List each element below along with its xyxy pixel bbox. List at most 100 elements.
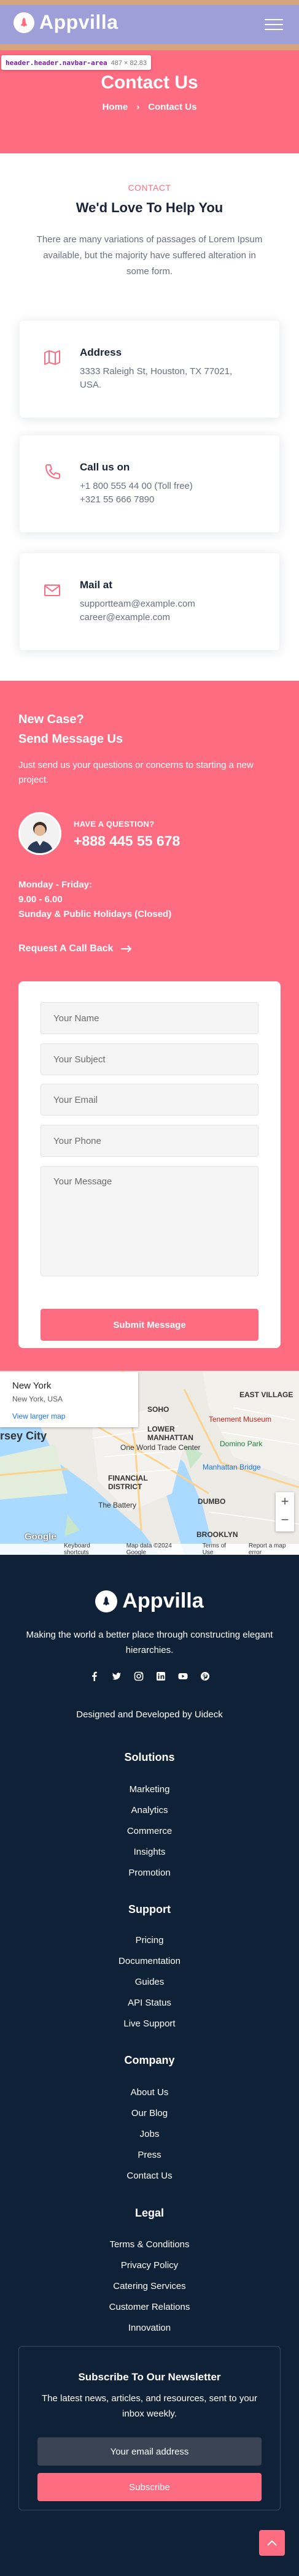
breadcrumb-current: Contact Us <box>148 102 197 112</box>
newsletter-email-input[interactable] <box>37 2437 262 2466</box>
form-description: Just send us your questions or concerns … <box>18 760 254 785</box>
hours-time: 9.00 - 6.00 <box>18 894 63 905</box>
footer-brand[interactable]: Appvilla <box>0 1589 299 1613</box>
section-description: There are many variations of passages of… <box>36 234 263 277</box>
card-line: 3333 Raleigh St, Houston, TX 77021, <box>80 366 233 377</box>
footer-tagline: Making the world a better place through … <box>26 1630 273 1655</box>
hours-closed: Sunday & Public Holidays (Closed) <box>18 909 172 919</box>
map-label: One World Trade Center <box>120 1443 201 1452</box>
brand-name: Appvilla <box>39 11 118 33</box>
footer-link[interactable]: Documentation <box>0 1956 299 1966</box>
navbar-margin-overlay <box>0 0 299 5</box>
footer-link[interactable]: Jobs <box>0 2129 299 2139</box>
pinterest-icon[interactable] <box>200 1671 210 1681</box>
footer-link[interactable]: Our Blog <box>0 2108 299 2118</box>
map-embed[interactable]: New York New York, USA View larger map S… <box>0 1371 299 1555</box>
footer-link[interactable]: Customer Relations <box>0 2302 299 2312</box>
google-logo: Google <box>25 1531 56 1542</box>
name-input[interactable] <box>41 1002 258 1034</box>
zoom-in-icon[interactable]: + <box>276 1492 294 1511</box>
footer-link[interactable]: Live Support <box>0 2018 299 2029</box>
contact-page: Appvilla header.header.navbar-area 487 × … <box>0 0 299 2576</box>
map-label: Domino Park <box>220 1439 263 1448</box>
footer-heading: Company <box>124 2054 175 2066</box>
breadcrumb: Home › Contact Us <box>0 102 299 112</box>
terms-link[interactable]: Terms of Use <box>203 1543 238 1555</box>
map-label: FINANCIAL DISTRICT <box>108 1474 148 1491</box>
map-place-sub: New York, USA <box>12 1395 63 1403</box>
contact-form-section: New Case? Send Message Us Just send us y… <box>0 681 299 1371</box>
social-links <box>0 1671 299 1681</box>
map-label: Tenement Museum <box>209 1415 272 1424</box>
facebook-icon[interactable] <box>90 1671 99 1681</box>
site-footer: Appvilla Making the world a better place… <box>0 1555 299 2576</box>
map-label: BROOKLYN <box>196 1530 238 1539</box>
menu-toggle-button[interactable] <box>265 19 283 30</box>
map-place-card: New York New York, USA View larger map <box>0 1372 138 1427</box>
contact-form: Submit Message <box>18 981 281 1348</box>
card-line: +321 55 666 7890 <box>80 494 155 505</box>
card-line: +1 800 555 44 00 (Toll free) <box>80 481 193 491</box>
zoom-out-icon[interactable]: − <box>276 1511 294 1529</box>
chevron-right-icon: › <box>136 102 140 112</box>
map-data-text: Map data ©2024 Google <box>126 1543 172 1555</box>
navbar: Appvilla <box>0 0 299 50</box>
footer-link[interactable]: Commerce <box>0 1826 299 1836</box>
footer-heading: Support <box>128 1903 171 1915</box>
phone-icon <box>45 464 60 479</box>
avatar <box>18 812 61 855</box>
footer-link[interactable]: Pricing <box>0 1935 299 1945</box>
submit-message-button[interactable]: Submit Message <box>41 1309 258 1341</box>
map-place-name: New York <box>12 1381 52 1391</box>
footer-link[interactable]: Marketing <box>0 1784 299 1795</box>
instagram-icon[interactable] <box>134 1671 144 1681</box>
subscribe-button[interactable]: Subscribe <box>37 2473 262 2501</box>
scroll-to-top-button[interactable] <box>259 2530 285 2556</box>
callback-label: Request A Call Back <box>18 943 114 954</box>
brand-icon <box>14 12 34 33</box>
map-label: Manhattan Bridge <box>203 1463 261 1471</box>
request-callback-link[interactable]: Request A Call Back <box>18 943 133 954</box>
card-title: Call us on <box>80 461 130 473</box>
breadcrumb-home[interactable]: Home <box>103 102 128 112</box>
section-title: We'd Love To Help You <box>76 200 223 215</box>
footer-link[interactable]: Insights <box>0 1847 299 1857</box>
footer-link[interactable]: About Us <box>0 2087 299 2098</box>
footer-link[interactable]: Guides <box>0 1977 299 1987</box>
contact-card-mail: Mail at supportteam@example.com career@e… <box>20 553 279 650</box>
phone-input[interactable] <box>41 1125 258 1157</box>
brand-logo-link[interactable]: Appvilla <box>14 11 118 34</box>
footer-link[interactable]: Press <box>0 2150 299 2160</box>
twitter-icon[interactable] <box>112 1671 122 1681</box>
view-larger-map-link[interactable]: View larger map <box>12 1412 126 1420</box>
form-kicker: New Case? <box>18 713 84 726</box>
form-title: Send Message Us <box>18 732 123 746</box>
contact-card-phone: Call us on +1 800 555 44 00 (Toll free) … <box>20 435 279 532</box>
email-input[interactable] <box>41 1084 258 1116</box>
footer-link[interactable]: Analytics <box>0 1805 299 1815</box>
question-phone[interactable]: +888 445 55 678 <box>74 833 180 849</box>
footer-link[interactable]: Innovation <box>0 2323 299 2333</box>
map-zoom-control[interactable]: + − <box>276 1492 294 1531</box>
keyboard-shortcuts-link[interactable]: Keyboard shortcuts <box>64 1543 115 1555</box>
message-textarea[interactable] <box>41 1166 258 1276</box>
footer-link[interactable]: Privacy Policy <box>0 2260 299 2271</box>
report-error-link[interactable]: Report a map error <box>249 1543 299 1555</box>
footer-link[interactable]: Promotion <box>0 1868 299 1878</box>
newsletter-title: Subscribe To Our Newsletter <box>78 2371 221 2383</box>
section-eyebrow: CONTACT <box>128 183 171 193</box>
map-label: EAST VILLAGE <box>239 1390 293 1399</box>
map-icon <box>44 350 60 365</box>
subject-input[interactable] <box>41 1043 258 1075</box>
youtube-icon[interactable] <box>178 1671 188 1681</box>
map-label: The Battery <box>98 1501 137 1509</box>
card-line: supportteam@example.com <box>80 599 195 609</box>
map-label: LOWER MANHATTAN <box>147 1425 193 1442</box>
footer-link[interactable]: Terms & Conditions <box>0 2239 299 2250</box>
footer-link[interactable]: API Status <box>0 1998 299 2008</box>
linkedin-icon[interactable] <box>156 1671 166 1681</box>
footer-link[interactable]: Contact Us <box>0 2171 299 2181</box>
map-label: DUMBO <box>198 1497 226 1506</box>
arrow-right-icon <box>121 945 132 953</box>
footer-link[interactable]: Catering Services <box>0 2281 299 2291</box>
